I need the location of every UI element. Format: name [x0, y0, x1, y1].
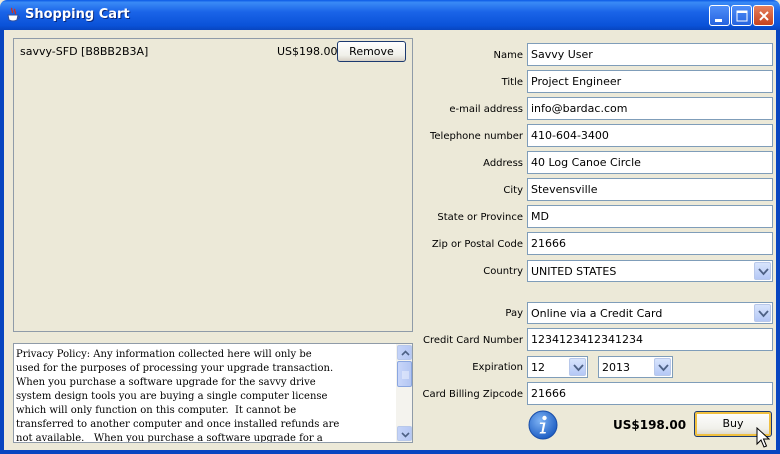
title-field[interactable]: Project Engineer [527, 70, 773, 93]
java-cup-icon [5, 7, 21, 23]
phone-field[interactable]: 410-604-3400 [527, 124, 773, 147]
city-label: City [503, 185, 523, 196]
info-icon[interactable] [528, 410, 558, 440]
expiration-year-value: 2013 [602, 361, 630, 374]
close-button[interactable] [753, 5, 774, 26]
minimize-icon [715, 19, 722, 22]
state-field[interactable]: MD [527, 205, 773, 228]
window-frame-right [776, 30, 780, 454]
name-field[interactable]: Savvy User [527, 43, 773, 66]
chevron-down-icon [758, 268, 769, 276]
billing-zip-label: Card Billing Zipcode [422, 389, 523, 400]
country-select[interactable]: UNITED STATES [527, 260, 773, 282]
chevron-down-icon [401, 432, 410, 438]
month-dropdown-button[interactable] [569, 358, 586, 376]
country-dropdown-button[interactable] [754, 262, 771, 280]
pay-dropdown-button[interactable] [754, 304, 771, 322]
zip-field[interactable]: 21666 [527, 232, 773, 255]
zip-label: Zip or Postal Code [431, 239, 523, 250]
window-title: Shopping Cart [25, 7, 130, 22]
city-field[interactable]: Stevensville [527, 178, 773, 201]
title-label: Title [501, 77, 523, 88]
pay-value: Online via a Credit Card [531, 307, 663, 320]
maximize-button[interactable] [731, 5, 752, 26]
country-label: Country [483, 266, 523, 277]
privacy-policy-textarea[interactable]: Privacy Policy: Any information collecte… [13, 343, 413, 443]
state-label: State or Province [437, 212, 523, 223]
privacy-policy-text: Privacy Policy: Any information collecte… [16, 349, 340, 443]
cart-items-panel: savvy-SFD [B8BB2B3A] US$198.00 Remove [13, 38, 413, 332]
address-label: Address [483, 158, 523, 169]
expiration-month-select[interactable]: 12 [527, 356, 588, 378]
cart-item-price: US$198.00 [277, 45, 338, 58]
name-label: Name [493, 50, 523, 61]
title-bar[interactable]: Shopping Cart [0, 0, 780, 30]
scroll-down-button[interactable] [397, 426, 412, 441]
privacy-scrollbar[interactable] [396, 344, 412, 442]
card-number-field[interactable]: 1234123412341234 [527, 328, 773, 351]
chevron-down-icon [758, 310, 769, 318]
scroll-thumb[interactable] [397, 361, 412, 387]
phone-label: Telephone number [430, 131, 523, 142]
expiration-month-value: 12 [531, 361, 545, 374]
close-icon [759, 11, 769, 21]
order-total: US$198.00 [613, 418, 687, 432]
year-dropdown-button[interactable] [654, 358, 671, 376]
expiration-year-select[interactable]: 2013 [598, 356, 673, 378]
maximize-icon [736, 10, 748, 22]
minimize-button[interactable] [709, 5, 730, 26]
remove-button[interactable]: Remove [337, 41, 406, 62]
expiration-label: Expiration [472, 362, 523, 373]
pay-label: Pay [505, 308, 523, 319]
address-field[interactable]: 40 Log Canoe Circle [527, 151, 773, 174]
scroll-up-button[interactable] [397, 345, 412, 360]
window-frame-left [0, 30, 4, 454]
chevron-up-icon [401, 350, 410, 356]
chevron-down-icon [573, 364, 584, 372]
email-label: e-mail address [449, 104, 523, 115]
country-value: UNITED STATES [531, 265, 617, 278]
billing-zip-field[interactable]: 21666 [527, 382, 773, 405]
cart-item-name: savvy-SFD [B8BB2B3A] [20, 45, 149, 58]
pay-select[interactable]: Online via a Credit Card [527, 302, 773, 324]
window-frame-bottom [0, 450, 780, 454]
card-number-label: Credit Card Number [423, 335, 523, 346]
mouse-cursor-icon [756, 426, 771, 452]
email-field[interactable]: info@bardac.com [527, 97, 773, 120]
chevron-down-icon [658, 364, 669, 372]
